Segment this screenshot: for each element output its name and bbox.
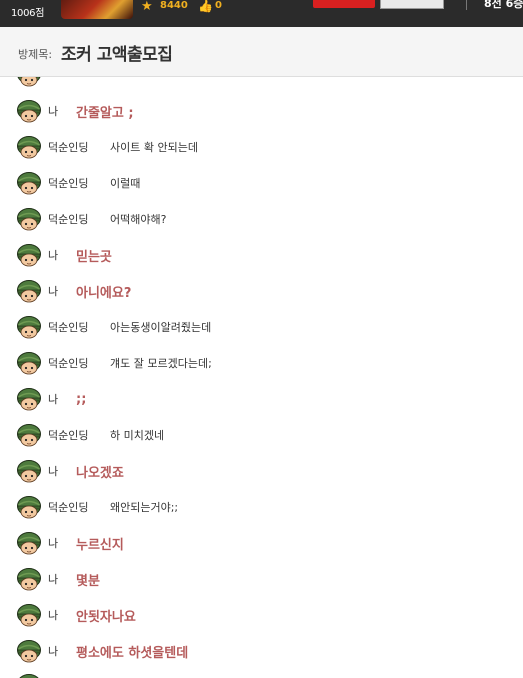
gray-action-button[interactable] bbox=[380, 0, 444, 9]
soldier-avatar-icon bbox=[16, 77, 42, 88]
profile-image[interactable] bbox=[61, 0, 133, 19]
soldier-avatar-icon bbox=[16, 638, 42, 664]
chat-row: 덕순인딩 사이트 확 안되는데 bbox=[16, 133, 198, 161]
soldier-avatar-icon bbox=[16, 566, 42, 592]
soldier-avatar-icon bbox=[16, 494, 42, 520]
chat-row: 나 안됫자나요 bbox=[16, 601, 136, 629]
header-divider bbox=[466, 0, 467, 10]
chat-row: 나 아니에요? bbox=[16, 277, 131, 305]
sender-name: 나 bbox=[48, 105, 59, 118]
chat-log[interactable]: 나 간줄알고 ; 덕순인딩 사이트 확 안되는데 덕순인딩 이럴때 덕순인딩 어떡해야해? 나 믿… bbox=[0, 77, 523, 678]
sender-name: 나 bbox=[48, 609, 59, 622]
sender-name: 나 bbox=[48, 249, 59, 262]
chat-row: 덕순인딩 이럴때 bbox=[16, 169, 140, 197]
chat-row-partial-bottom bbox=[16, 671, 42, 678]
soldier-avatar-icon bbox=[16, 170, 42, 196]
message-text: 간줄알고 ; bbox=[76, 105, 134, 121]
soldier-avatar-icon bbox=[16, 602, 42, 628]
chat-row: 덕순인딩 왜안되는거야;; bbox=[16, 493, 178, 521]
message-text: 이럴때 bbox=[110, 177, 141, 190]
message-text: 믿는곳 bbox=[76, 249, 112, 265]
message-text: 누르신지 bbox=[76, 537, 124, 553]
user-score: 1006점 bbox=[11, 8, 45, 19]
soldier-avatar-icon bbox=[16, 242, 42, 268]
chat-row-partial bbox=[16, 77, 42, 89]
message-text: 아는동생이알려줬는데 bbox=[110, 321, 212, 334]
win-record: 8전 6승 bbox=[484, 0, 523, 10]
soldier-avatar-icon bbox=[16, 206, 42, 232]
message-text: 아니에요? bbox=[76, 285, 132, 301]
soldier-avatar-icon bbox=[16, 386, 42, 412]
chat-row: 나 나오겠죠 bbox=[16, 457, 124, 485]
chat-row: 덕순인딩 걔도 잘 모르겠다는데; bbox=[16, 349, 212, 377]
message-text: ;; bbox=[76, 391, 87, 407]
message-text: 몇분 bbox=[76, 573, 100, 589]
sender-name: 나 bbox=[48, 393, 59, 406]
sender-name: 덕순인딩 bbox=[48, 141, 89, 154]
sender-name: 나 bbox=[48, 465, 59, 478]
message-text: 걔도 잘 모르겠다는데; bbox=[110, 357, 212, 370]
soldier-avatar-icon bbox=[16, 134, 42, 160]
sender-name: 덕순인딩 bbox=[48, 501, 89, 514]
sender-name: 덕순인딩 bbox=[48, 357, 89, 370]
points-count: 8440 bbox=[160, 0, 188, 11]
soldier-avatar-icon bbox=[16, 530, 42, 556]
message-text: 왜안되는거야;; bbox=[110, 501, 179, 514]
message-text: 하 미치겠네 bbox=[110, 429, 165, 442]
sender-name: 나 bbox=[48, 645, 59, 658]
soldier-avatar-icon bbox=[16, 278, 42, 304]
likes-count: 0 bbox=[215, 0, 222, 11]
message-text: 사이트 확 안되는데 bbox=[110, 141, 198, 154]
top-bar: 1006점 ★ 8440 👍 0 8전 6승 bbox=[0, 0, 523, 27]
chat-row: 덕순인딩 어떡해야해? bbox=[16, 205, 166, 233]
sender-name: 덕순인딩 bbox=[48, 429, 89, 442]
message-text: 나오겠죠 bbox=[76, 465, 124, 481]
chat-row: 나 믿는곳 bbox=[16, 241, 112, 269]
soldier-avatar-icon bbox=[16, 458, 42, 484]
room-title: 조커 고액출모집 bbox=[61, 45, 173, 65]
soldier-avatar-icon bbox=[16, 422, 42, 448]
room-title-bar: 방제목: 조커 고액출모집 bbox=[0, 27, 523, 77]
thumbs-up-icon: 👍 bbox=[198, 0, 213, 13]
soldier-avatar-icon bbox=[16, 314, 42, 340]
room-title-label: 방제목: bbox=[18, 48, 53, 61]
chat-row: 나 누르신지 bbox=[16, 529, 124, 557]
soldier-avatar-icon bbox=[16, 98, 42, 124]
chat-row: 덕순인딩 아는동생이알려줬는데 bbox=[16, 313, 211, 341]
chat-row: 덕순인딩 하 미치겠네 bbox=[16, 421, 164, 449]
message-text: 평소에도 하셧을텐데 bbox=[76, 645, 189, 661]
sender-name: 덕순인딩 bbox=[48, 177, 89, 190]
soldier-avatar-icon bbox=[16, 350, 42, 376]
sender-name: 나 bbox=[48, 537, 59, 550]
red-action-button[interactable] bbox=[313, 0, 375, 8]
soldier-avatar-icon bbox=[16, 672, 42, 678]
sender-name: 나 bbox=[48, 285, 59, 298]
star-icon: ★ bbox=[141, 0, 153, 14]
sender-name: 덕순인딩 bbox=[48, 213, 89, 226]
message-text: 어떡해야해? bbox=[110, 213, 167, 226]
sender-name: 나 bbox=[48, 573, 59, 586]
chat-row: 나 간줄알고 ; bbox=[16, 97, 134, 125]
message-text: 안됫자나요 bbox=[76, 609, 136, 625]
chat-row: 나;; bbox=[16, 385, 86, 413]
sender-name: 덕순인딩 bbox=[48, 321, 89, 334]
chat-row: 나 몇분 bbox=[16, 565, 100, 593]
chat-row: 나 평소에도 하셧을텐데 bbox=[16, 637, 188, 665]
